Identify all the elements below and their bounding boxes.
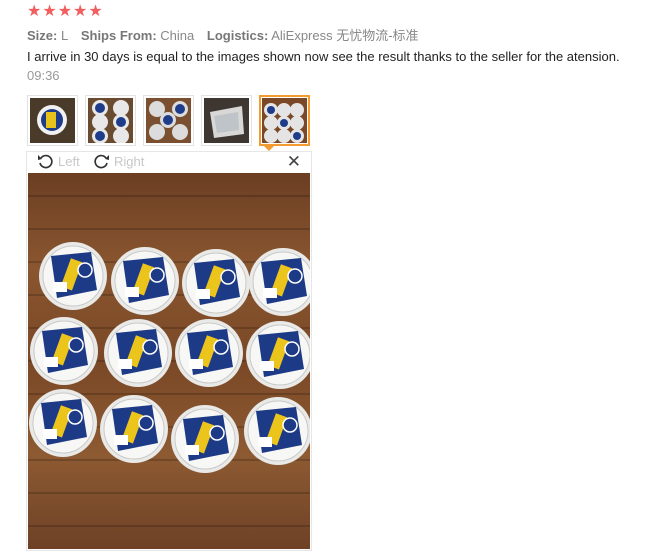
thumbnail-image <box>204 98 249 143</box>
size-value: L <box>60 28 69 43</box>
size-label: Size: <box>27 28 58 43</box>
rotate-right-icon <box>94 154 109 169</box>
review-meta: Size: L Ships From: China Logistics: Ali… <box>27 25 419 44</box>
logistics-value: AliExpress 无忧物流-标准 <box>271 28 419 43</box>
review-time: 09:36 <box>27 68 60 83</box>
review-photo <box>28 173 310 549</box>
thumbnail-3[interactable] <box>143 95 194 146</box>
rotate-left-label: Left <box>58 154 80 169</box>
thumbnail-5-selected[interactable] <box>259 95 310 146</box>
ships-from-label: Ships From: <box>80 28 157 43</box>
review-photo-image <box>28 241 310 474</box>
rotate-left-button[interactable]: Left <box>37 153 80 170</box>
thumbnail-1[interactable] <box>27 95 78 146</box>
rotate-right-button[interactable]: Right <box>93 153 144 170</box>
thumbnail-image <box>88 98 133 144</box>
close-icon[interactable]: ✕ <box>287 152 301 172</box>
thumbnail-image <box>30 98 75 143</box>
thumbnail-4[interactable] <box>201 95 252 146</box>
rotate-right-label: Right <box>114 154 145 169</box>
star-icon: ★ <box>27 1 42 20</box>
thumbnail-image <box>262 98 307 143</box>
thumbnail-strip <box>27 95 310 146</box>
viewer-toolbar: Left Right ✕ <box>27 152 311 172</box>
rotate-left-icon <box>38 154 53 169</box>
star-icon: ★ <box>57 1 73 20</box>
image-viewer: Left Right ✕ <box>26 151 312 551</box>
star-icon: ★ <box>73 1 88 20</box>
thumbnail-2[interactable] <box>85 95 136 146</box>
star-icon: ★ <box>88 1 103 20</box>
review-text: I arrive in 30 days is equal to the imag… <box>27 49 620 64</box>
star-icon: ★ <box>42 1 57 20</box>
thumbnail-image <box>146 98 191 143</box>
selected-thumbnail-caret <box>262 144 276 151</box>
logistics-label: Logistics: <box>206 28 269 43</box>
ships-from-value: China <box>160 28 195 43</box>
rating-stars: ★ ★ ★ ★ ★ <box>27 2 103 19</box>
